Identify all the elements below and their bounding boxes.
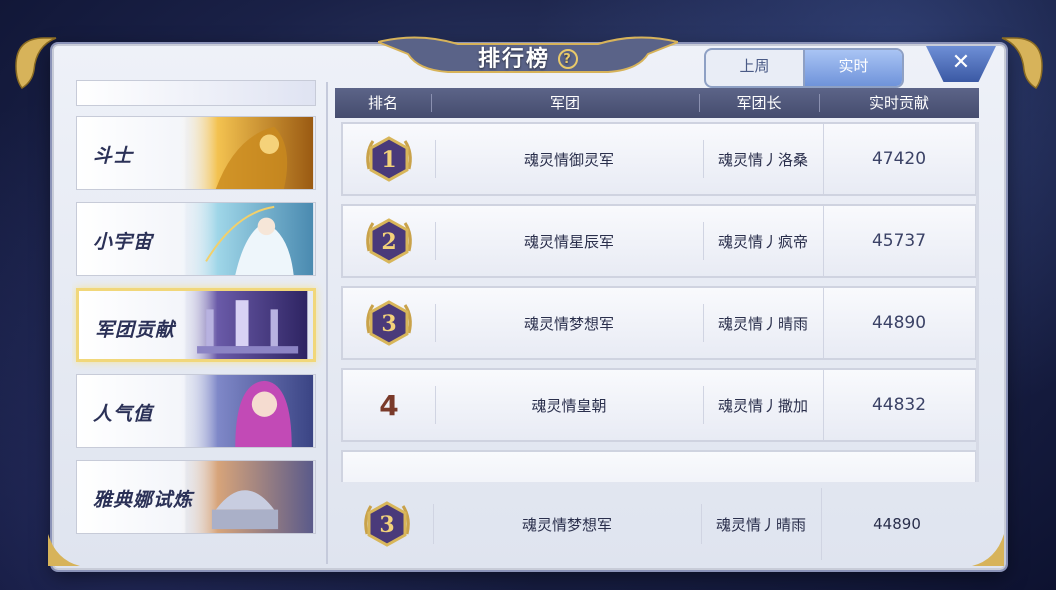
legion-name: 魂灵情梦想军 xyxy=(433,488,701,560)
legion-name: 魂灵情御灵军 xyxy=(435,124,703,194)
rank-badge-icon: 3 xyxy=(364,501,410,547)
rank-cell: 1 xyxy=(343,124,435,194)
leader-name: 魂灵情丿洛桑 xyxy=(703,124,823,194)
temple-art-icon xyxy=(178,291,308,359)
table-row: 2 魂灵情星辰军 魂灵情丿疯帝 45737 xyxy=(341,204,977,278)
svg-text:3: 3 xyxy=(379,512,394,538)
title-banner: 排行榜? xyxy=(378,32,678,76)
sidebar-item-label: 小宇宙 xyxy=(93,231,154,253)
my-legion-row: 3 魂灵情梦想军 魂灵情丿晴雨 44890 xyxy=(341,488,977,560)
scrollbar[interactable] xyxy=(976,122,979,482)
rank-cell: 3 xyxy=(343,288,435,358)
sidebar-item-fighter[interactable]: 斗士 xyxy=(76,116,316,190)
legion-name: 魂灵情星辰军 xyxy=(435,206,703,276)
rank-badge-icon: 2 xyxy=(366,218,412,264)
header-rank: 排名 xyxy=(367,94,398,112)
sidebar-item-label: 雅典娜试炼 xyxy=(93,489,194,511)
corner-ornament-icon xyxy=(984,36,1044,96)
corner-ornament-icon xyxy=(14,36,74,96)
sidebar-item-partial[interactable] xyxy=(76,80,316,106)
tab-realtime[interactable]: 实时 xyxy=(803,50,902,86)
header-legion: 军团 xyxy=(431,88,699,118)
contribution-value: 44890 xyxy=(823,288,975,358)
sidebar-item-label: 人气值 xyxy=(93,403,154,425)
sidebar-item-label: 军团贡献 xyxy=(95,319,176,341)
divider xyxy=(326,82,328,564)
sidebar-item-popularity[interactable]: 人气值 xyxy=(76,374,316,448)
table-row: 4 魂灵情皇朝 魂灵情丿撒加 44832 xyxy=(341,368,977,442)
contribution-value: 47420 xyxy=(823,124,975,194)
table-row: 1 魂灵情御灵军 魂灵情丿洛桑 47420 xyxy=(341,122,977,196)
svg-text:2: 2 xyxy=(381,229,396,255)
legion-name: 魂灵情皇朝 xyxy=(435,370,703,440)
table-row: 3 魂灵情梦想军 魂灵情丿晴雨 44890 xyxy=(341,286,977,360)
rank-cell: 3 xyxy=(341,488,433,560)
dome-building-art-icon xyxy=(176,461,314,533)
rank-cell: 4 xyxy=(343,370,435,440)
header-contribution: 实时贡献 xyxy=(819,88,979,118)
rank-badge-icon: 1 xyxy=(366,136,412,182)
goddess-art-icon xyxy=(176,203,314,275)
leader-name: 魂灵情丿疯帝 xyxy=(703,206,823,276)
table-header: 排名 军团 军团长 实时贡献 xyxy=(335,88,979,118)
tab-last-week[interactable]: 上周 xyxy=(706,50,803,86)
leader-name: 魂灵情丿撒加 xyxy=(703,370,823,440)
contribution-value: 44890 xyxy=(821,488,973,560)
svg-text:1: 1 xyxy=(381,147,396,173)
sidebar-item-athena-trial[interactable]: 雅典娜试炼 xyxy=(76,460,316,534)
leader-name: 魂灵情丿晴雨 xyxy=(701,488,821,560)
header-leader: 军团长 xyxy=(699,88,819,118)
rank-number: 4 xyxy=(379,388,399,422)
gold-saint-art-icon xyxy=(176,117,314,189)
rank-badge-icon: 3 xyxy=(366,300,412,346)
page-title: 排行榜 xyxy=(477,47,550,72)
legion-name: 魂灵情梦想军 xyxy=(435,288,703,358)
question-circle-icon[interactable]: ? xyxy=(558,49,578,69)
table-row-partial xyxy=(341,450,977,482)
svg-text:3: 3 xyxy=(381,311,396,337)
rank-cell: 2 xyxy=(343,206,435,276)
contribution-value: 44832 xyxy=(823,370,975,440)
period-tabs: 上周 实时 xyxy=(704,48,904,88)
category-sidebar: 斗士 小宇宙 军团贡献 人气值 雅典娜试炼 xyxy=(72,80,324,566)
sidebar-item-cosmo[interactable]: 小宇宙 xyxy=(76,202,316,276)
sidebar-item-legion-contribution[interactable]: 军团贡献 xyxy=(76,288,316,362)
contribution-value: 45737 xyxy=(823,206,975,276)
leader-name: 魂灵情丿晴雨 xyxy=(703,288,823,358)
sidebar-item-label: 斗士 xyxy=(93,145,134,167)
character-art-icon xyxy=(176,375,314,447)
ranking-list[interactable]: 1 魂灵情御灵军 魂灵情丿洛桑 47420 2 魂灵情星辰军 魂灵情丿疯帝 45… xyxy=(335,122,979,482)
